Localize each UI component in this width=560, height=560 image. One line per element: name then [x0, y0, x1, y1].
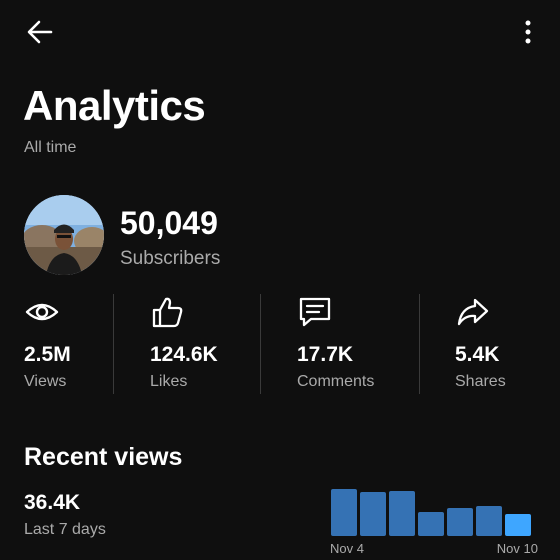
chart-bar	[331, 489, 357, 536]
divider	[260, 294, 261, 394]
eye-icon	[25, 303, 59, 321]
subscriber-label: Subscribers	[120, 248, 221, 269]
back-button[interactable]	[22, 14, 58, 50]
chart-bar	[476, 506, 502, 536]
subscriber-count: 50,049	[120, 205, 218, 241]
share-icon	[457, 298, 489, 326]
x-tick-label: Nov 10	[497, 541, 538, 556]
stat-label: Likes	[150, 373, 188, 390]
stat-label: Comments	[297, 373, 375, 390]
stat-label: Shares	[455, 373, 506, 390]
chart-bar	[360, 492, 386, 536]
divider	[113, 294, 114, 394]
top-bar	[0, 0, 560, 64]
chart-bar	[505, 514, 531, 536]
chart-bar	[418, 512, 444, 536]
stats-row: 2.5M Views 124.6K Likes 17.7K Comments 5…	[0, 292, 560, 396]
time-range-label: All time	[24, 139, 77, 156]
channel-avatar[interactable]	[24, 195, 104, 275]
more-vert-icon	[525, 20, 531, 44]
recent-views-count: 36.4K	[24, 491, 81, 514]
chart-bar	[389, 491, 415, 536]
stat-label: Views	[24, 373, 67, 390]
comment-icon	[299, 297, 331, 327]
stat-value: 124.6K	[150, 343, 218, 366]
chart-bar	[447, 508, 473, 536]
divider	[419, 294, 420, 394]
arrow-left-icon	[27, 20, 53, 44]
recent-views-chart[interactable]: Nov 4 Nov 10	[326, 480, 542, 560]
stat-value: 2.5M	[24, 343, 71, 366]
page-title: Analytics	[23, 82, 206, 129]
more-options-button[interactable]	[510, 14, 546, 50]
avatar-image	[24, 195, 104, 275]
recent-views-heading: Recent views	[24, 443, 183, 471]
stat-value: 5.4K	[455, 343, 500, 366]
recent-views-period: Last 7 days	[24, 521, 106, 538]
thumbs-up-icon	[152, 297, 183, 328]
x-tick-label: Nov 4	[330, 541, 364, 556]
stat-value: 17.7K	[297, 343, 354, 366]
